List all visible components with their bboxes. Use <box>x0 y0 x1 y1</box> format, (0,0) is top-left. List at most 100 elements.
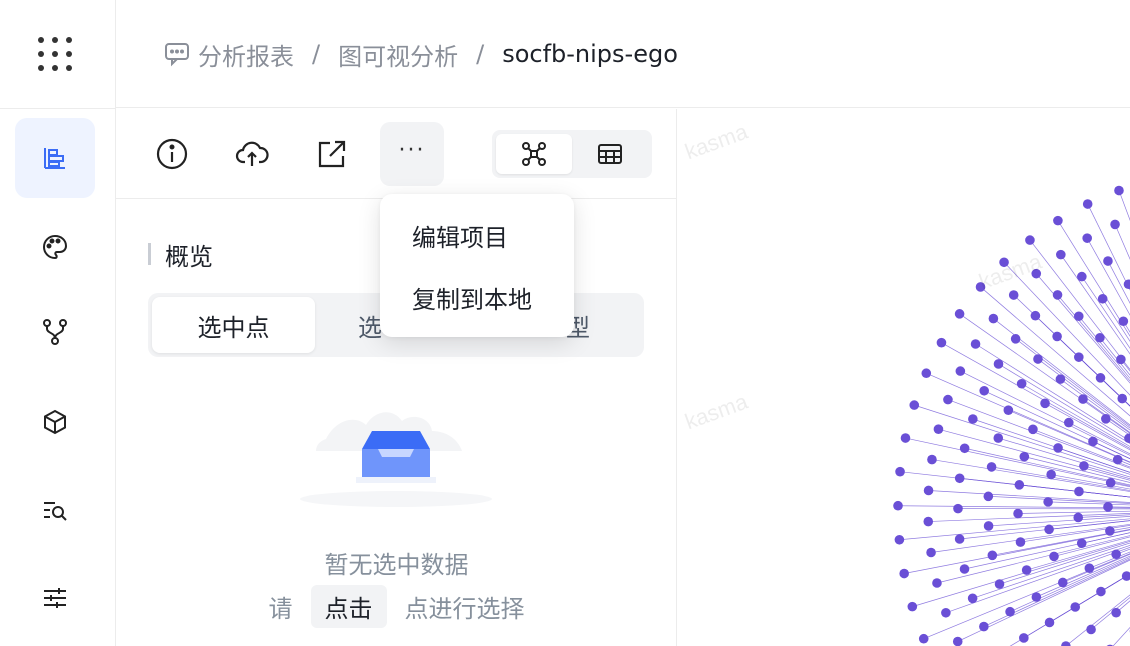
upload-button[interactable] <box>220 122 284 186</box>
sidebar-item-sliders[interactable] <box>15 558 95 638</box>
graph-node[interactable] <box>1111 607 1121 618</box>
graph-node[interactable] <box>954 473 965 484</box>
graph-view-button[interactable] <box>496 134 572 174</box>
sidebar-item-branch[interactable] <box>15 292 95 372</box>
graph-node[interactable] <box>968 414 978 424</box>
graph-node[interactable] <box>952 636 963 646</box>
graph-node[interactable] <box>986 462 997 472</box>
graph-node[interactable] <box>1033 354 1043 364</box>
graph-node[interactable] <box>1116 354 1126 365</box>
graph-node[interactable] <box>1040 398 1050 409</box>
graph-node[interactable] <box>959 564 970 574</box>
graph-node[interactable] <box>979 385 989 396</box>
graph-node[interactable] <box>993 433 1004 443</box>
graph-node[interactable] <box>1105 526 1115 536</box>
graph-node[interactable] <box>895 466 905 477</box>
graph-node[interactable] <box>1095 332 1105 343</box>
graph-node[interactable] <box>1014 480 1025 490</box>
graph-node[interactable] <box>953 503 963 514</box>
graph-node[interactable] <box>1055 374 1066 384</box>
graph-node[interactable] <box>1016 378 1027 389</box>
graph-node[interactable] <box>1086 624 1096 635</box>
graph-node[interactable] <box>1073 512 1084 523</box>
sidebar-item-layers[interactable] <box>15 118 95 198</box>
tab-selected-nodes[interactable]: 选中点 <box>152 297 315 353</box>
graph-node[interactable] <box>1044 617 1055 628</box>
graph-node[interactable] <box>1025 235 1035 245</box>
graph-node[interactable] <box>1070 602 1081 612</box>
app-launcher-icon[interactable] <box>38 37 72 71</box>
graph-node[interactable] <box>932 578 942 588</box>
graph-node[interactable] <box>1013 508 1023 519</box>
graph-node[interactable] <box>926 547 936 558</box>
graph-node[interactable] <box>1049 551 1059 562</box>
graph-node[interactable] <box>1010 334 1021 344</box>
graph-node[interactable] <box>1121 571 1130 581</box>
graph-node[interactable] <box>1044 524 1054 535</box>
graph-canvas[interactable]: kasma kasma kasma <box>678 109 1130 646</box>
more-button[interactable]: ··· <box>380 122 444 186</box>
graph-node[interactable] <box>1003 405 1014 416</box>
graph-node[interactable] <box>1074 352 1084 362</box>
breadcrumb-item-reports[interactable]: 分析报表 <box>198 37 294 72</box>
graph-node[interactable] <box>1088 436 1098 447</box>
graph-node[interactable] <box>1046 469 1056 480</box>
graph-node[interactable] <box>1117 393 1128 404</box>
graph-node[interactable] <box>1028 424 1038 435</box>
graph-node[interactable] <box>933 424 944 434</box>
graph-node[interactable] <box>1073 311 1084 322</box>
graph-node[interactable] <box>1019 451 1030 462</box>
graph-node[interactable] <box>893 500 903 511</box>
graph-node[interactable] <box>1063 417 1074 428</box>
info-button[interactable] <box>140 122 204 186</box>
graph-node[interactable] <box>943 394 953 405</box>
sidebar-item-palette[interactable] <box>15 207 95 287</box>
graph-node[interactable] <box>1077 271 1087 282</box>
graph-node[interactable] <box>1114 185 1124 196</box>
graph-node[interactable] <box>959 443 970 454</box>
graph-node[interactable] <box>1076 538 1087 549</box>
graph-node[interactable] <box>1074 486 1084 497</box>
network-graph[interactable] <box>678 109 1130 646</box>
graph-node[interactable] <box>1079 461 1089 471</box>
graph-node[interactable] <box>1082 199 1093 209</box>
graph-node[interactable] <box>899 568 909 579</box>
graph-node[interactable] <box>1015 537 1026 547</box>
graph-node[interactable] <box>1019 633 1029 643</box>
graph-node[interactable] <box>983 491 994 502</box>
graph-node[interactable] <box>1096 586 1106 597</box>
graph-node[interactable] <box>1031 592 1042 602</box>
graph-node[interactable] <box>1052 290 1063 300</box>
graph-node[interactable] <box>1101 414 1111 424</box>
graph-node[interactable] <box>1052 331 1062 342</box>
graph-node[interactable] <box>909 400 920 410</box>
menu-item-edit-project[interactable]: 编辑项目 <box>380 204 574 266</box>
graph-node[interactable] <box>1021 565 1032 575</box>
breadcrumb-item-graph-analysis[interactable]: 图可视分析 <box>338 37 458 72</box>
graph-node[interactable] <box>1053 215 1063 226</box>
graph-node[interactable] <box>923 485 934 496</box>
graph-node[interactable] <box>954 309 965 319</box>
graph-node[interactable] <box>1111 549 1121 560</box>
graph-node[interactable] <box>1097 293 1108 304</box>
graph-node[interactable] <box>970 339 981 349</box>
graph-node[interactable] <box>1095 373 1106 383</box>
graph-node[interactable] <box>983 521 994 531</box>
graph-node[interactable] <box>918 633 929 644</box>
graph-node[interactable] <box>894 534 905 545</box>
table-view-button[interactable] <box>572 134 648 174</box>
graph-node[interactable] <box>1123 279 1130 290</box>
graph-node[interactable] <box>1078 394 1088 404</box>
graph-node[interactable] <box>921 368 932 379</box>
graph-node[interactable] <box>1061 641 1071 646</box>
graph-node[interactable] <box>1057 577 1068 588</box>
graph-node[interactable] <box>1005 606 1015 617</box>
graph-node[interactable] <box>967 593 978 604</box>
graph-node[interactable] <box>955 366 966 376</box>
sidebar-item-cube[interactable] <box>15 382 95 462</box>
graph-node[interactable] <box>1124 433 1130 444</box>
graph-node[interactable] <box>1118 316 1129 327</box>
graph-node[interactable] <box>994 579 1005 589</box>
sidebar-item-search-list[interactable] <box>15 470 95 550</box>
graph-node[interactable] <box>923 516 934 527</box>
